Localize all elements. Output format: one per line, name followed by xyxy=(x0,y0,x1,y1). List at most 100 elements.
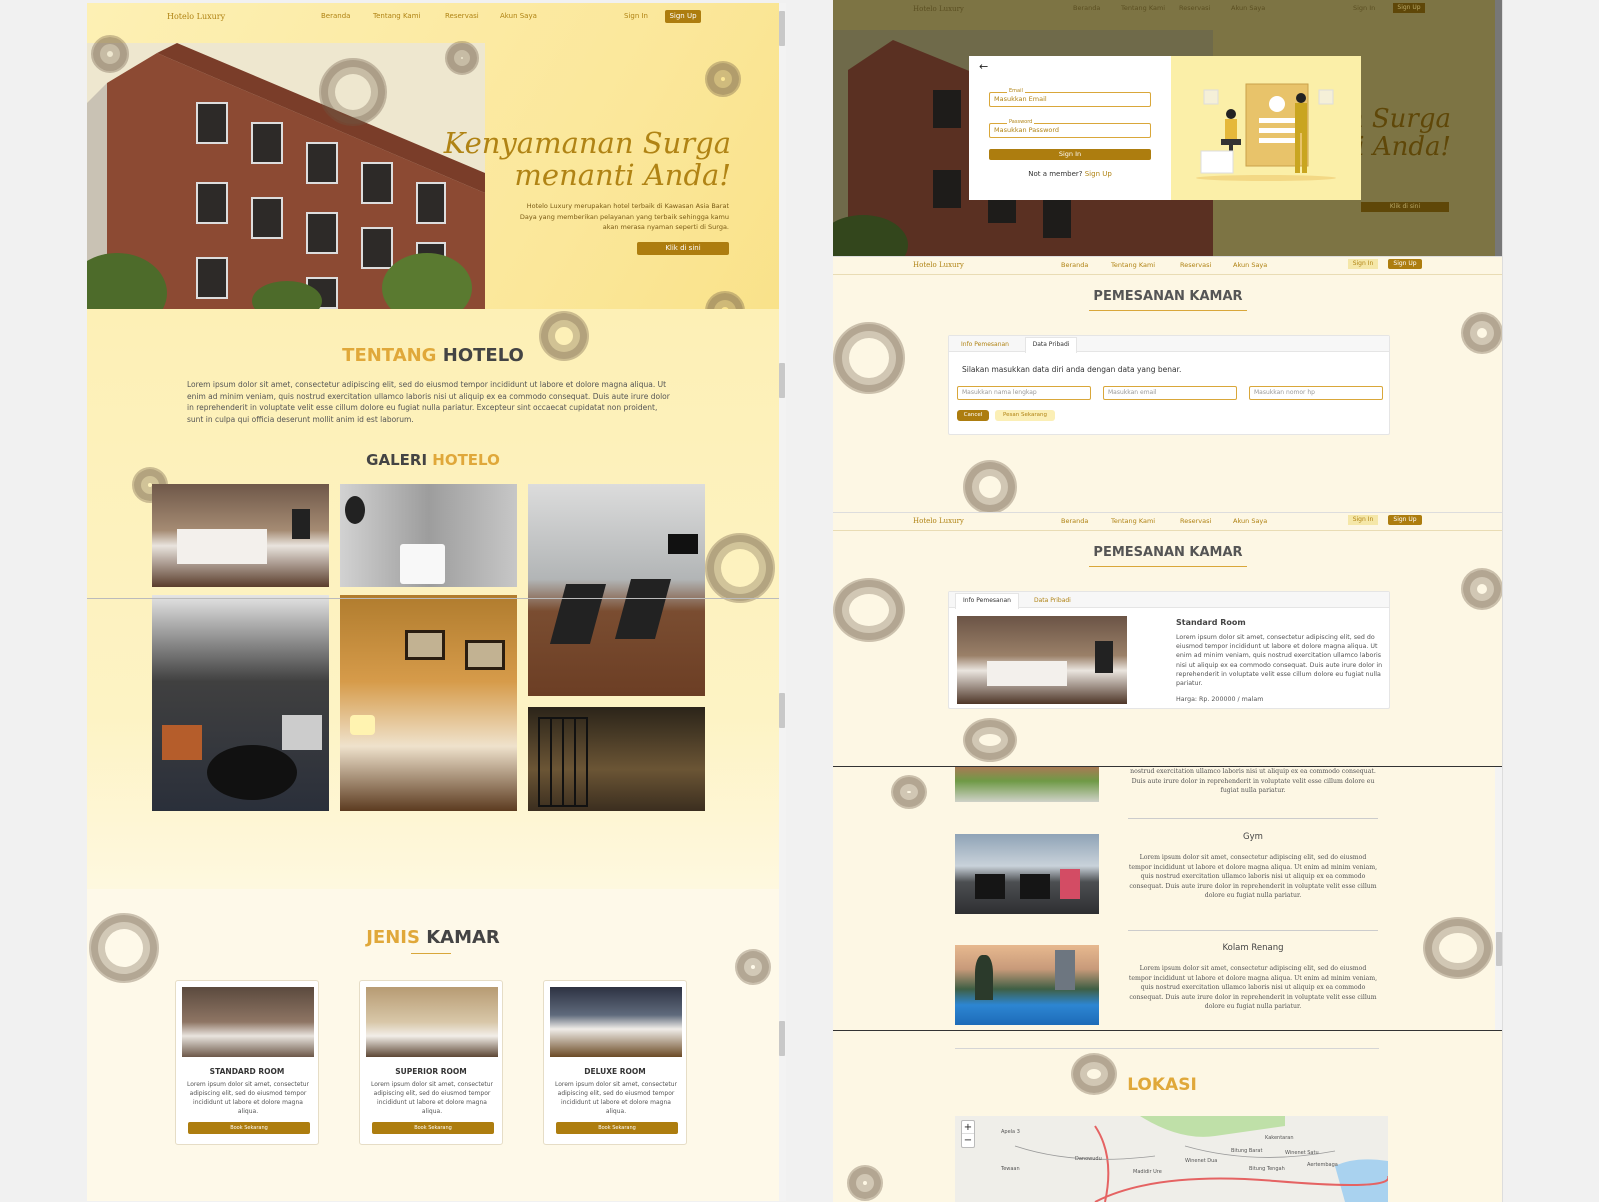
decor-swirl xyxy=(891,775,927,809)
gallery-photo-gym[interactable] xyxy=(528,484,705,696)
booking-info-card: Info Pemesanan Data Pribadi Standard Roo… xyxy=(948,591,1390,709)
scrollbar-thumb[interactable] xyxy=(779,1021,785,1056)
facility-text-pool: Lorem ipsum dolor sit amet, consectetur … xyxy=(1128,965,1378,1010)
room-name: DELUXE ROOM xyxy=(584,1067,646,1076)
signin-button[interactable]: Sign In xyxy=(1348,259,1378,269)
decor-swirl xyxy=(1423,917,1493,979)
booking-title: PEMESANAN KAMAR xyxy=(1093,545,1243,560)
map-label: Bitung Barat xyxy=(1231,1148,1263,1154)
decor-swirl xyxy=(1461,312,1503,354)
nav-tentang-dim: Tentang Kami xyxy=(1121,4,1166,12)
facility-text-gym: Lorem ipsum dolor sit amet, consectetur … xyxy=(1128,854,1378,899)
nav-beranda[interactable]: Beranda xyxy=(1061,517,1088,525)
signin-link[interactable]: Sign In xyxy=(624,12,648,20)
gallery-photo-lobby[interactable] xyxy=(528,707,705,811)
tab-info-pemesanan[interactable]: Info Pemesanan xyxy=(955,593,1019,609)
facility-photo-garden xyxy=(955,767,1099,802)
book-now-button[interactable]: Book Sekarang xyxy=(372,1122,494,1134)
nav-akun-saya[interactable]: Akun Saya xyxy=(1233,261,1267,269)
nav-akun-saya[interactable]: Akun Saya xyxy=(1233,517,1267,525)
screenshot-seam xyxy=(87,598,779,599)
rooms-title-b: KAMAR xyxy=(426,927,500,948)
nav-reservasi[interactable]: Reservasi xyxy=(1180,261,1211,269)
signin-screen: Hotelo Luxury Beranda Tentang Kami Reser… xyxy=(833,0,1503,256)
decor-swirl xyxy=(833,322,905,394)
room-photo-deluxe xyxy=(550,987,682,1057)
location-title: LOKASI xyxy=(1127,1075,1197,1095)
facility-name-gym: Gym xyxy=(1243,832,1263,842)
signup-link[interactable]: Sign Up xyxy=(1085,170,1112,178)
book-now-button[interactable]: Book Sekarang xyxy=(556,1122,678,1134)
nav-beranda-dim: Beranda xyxy=(1073,4,1101,12)
map-zoom-controls: + − xyxy=(961,1120,975,1148)
nav-reservasi[interactable]: Reservasi xyxy=(1180,517,1211,525)
nav-reservasi-dim: Reservasi xyxy=(1179,4,1211,12)
gallery-photo-lounge[interactable] xyxy=(152,595,329,811)
nav-reservasi[interactable]: Reservasi xyxy=(445,12,479,20)
phone-field[interactable]: Masukkan nomor hp xyxy=(1249,386,1383,400)
booking-title-underline xyxy=(1089,566,1247,567)
scrollbar-thumb[interactable] xyxy=(779,11,785,46)
nav-beranda[interactable]: Beranda xyxy=(321,12,350,20)
map-label: Bitung Tengah xyxy=(1249,1166,1285,1172)
location-map[interactable]: + − Apela 3 Kakentaran Danowudu Bitung B… xyxy=(955,1116,1388,1202)
hero-building-image xyxy=(87,43,485,309)
signin-submit-button[interactable]: Sign In xyxy=(989,149,1151,160)
order-now-button[interactable]: Pesan Sekarang xyxy=(995,410,1055,421)
form-instruction: Silakan masukkan data diri anda dengan d… xyxy=(962,365,1182,374)
nav-tentang-kami[interactable]: Tentang Kami xyxy=(1111,261,1155,269)
booking-screen-data: Hotelo Luxury Beranda Tentang Kami Reser… xyxy=(833,256,1503,514)
brand-text[interactable]: Hotelo Luxury xyxy=(913,517,964,525)
brand-text[interactable]: Hotelo Luxury xyxy=(913,261,964,269)
facility-separator xyxy=(1128,930,1378,931)
gallery-photo-room-lamp[interactable] xyxy=(340,595,517,811)
tab-info-pemesanan[interactable]: Info Pemesanan xyxy=(961,341,1009,348)
facility-top-text: nostrud exercitation ullamco laboris nis… xyxy=(1130,768,1376,794)
nav-tentang-kami[interactable]: Tentang Kami xyxy=(1111,517,1155,525)
zoom-out-button[interactable]: − xyxy=(962,1134,974,1147)
tab-data-pribadi[interactable]: Data Pribadi xyxy=(1025,337,1077,353)
room-card-deluxe: DELUXE ROOM Lorem ipsum dolor sit amet, … xyxy=(543,980,687,1145)
name-field[interactable]: Masukkan nama lengkap xyxy=(957,386,1091,400)
map-label: Aertembaga xyxy=(1307,1162,1338,1168)
room-name: STANDARD ROOM xyxy=(209,1067,285,1076)
email-field[interactable]: Masukkan Email xyxy=(989,92,1151,107)
hero-title-line1: Kenyamanan Surga xyxy=(443,126,731,160)
nav-akun-saya[interactable]: Akun Saya xyxy=(500,12,537,20)
signin-button[interactable]: Sign In xyxy=(1348,515,1378,525)
rooms-title-a: JENIS xyxy=(366,927,420,948)
booking-screen-info: Hotelo Luxury Beranda Tentang Kami Reser… xyxy=(833,512,1503,766)
facility-photo-gym xyxy=(955,834,1099,914)
nav-underline xyxy=(833,274,1503,275)
booking-form-card: Info Pemesanan Data Pribadi Silakan masu… xyxy=(948,335,1390,435)
signup-button[interactable]: Sign Up xyxy=(665,10,701,23)
password-label: Password xyxy=(1007,119,1035,125)
scrollbar-thumb[interactable] xyxy=(779,693,785,728)
about-title-b: HOTELO xyxy=(442,345,524,366)
gallery-photo-bedroom[interactable] xyxy=(152,484,329,587)
gallery-title-b: HOTELO xyxy=(432,451,500,469)
book-now-button[interactable]: Book Sekarang xyxy=(188,1122,310,1134)
about-text: Lorem ipsum dolor sit amet, consectetur … xyxy=(187,380,670,424)
room-card-superior: SUPERIOR ROOM Lorem ipsum dolor sit amet… xyxy=(359,980,503,1145)
email-field[interactable]: Masukkan email xyxy=(1103,386,1237,400)
scrollbar-track[interactable] xyxy=(779,3,786,1201)
nav-beranda[interactable]: Beranda xyxy=(1061,261,1088,269)
nav-tentang-kami[interactable]: Tentang Kami xyxy=(373,12,421,20)
room-photo xyxy=(957,616,1127,704)
hero-cta-button[interactable]: Klik di sini xyxy=(637,242,729,255)
about-title: TENTANG HOTELO xyxy=(87,345,779,366)
signup-button[interactable]: Sign Up xyxy=(1388,259,1422,269)
password-field[interactable]: Masukkan Password xyxy=(989,123,1151,138)
cancel-button[interactable]: Cancel xyxy=(957,410,989,421)
brand-logo[interactable]: Hotelo Luxury xyxy=(167,12,225,21)
tab-data-pribadi[interactable]: Data Pribadi xyxy=(1034,597,1071,604)
map-label: Madidir Ure xyxy=(1133,1169,1162,1175)
brand-text: Hotelo Luxury xyxy=(167,12,226,21)
signup-button[interactable]: Sign Up xyxy=(1388,515,1422,525)
zoom-in-button[interactable]: + xyxy=(962,1121,974,1134)
scrollbar-thumb[interactable] xyxy=(779,363,785,398)
room-card-standard: STANDARD ROOM Lorem ipsum dolor sit amet… xyxy=(175,980,319,1145)
gallery-photo-bathroom[interactable] xyxy=(340,484,517,587)
back-arrow-icon[interactable]: ← xyxy=(979,60,988,73)
